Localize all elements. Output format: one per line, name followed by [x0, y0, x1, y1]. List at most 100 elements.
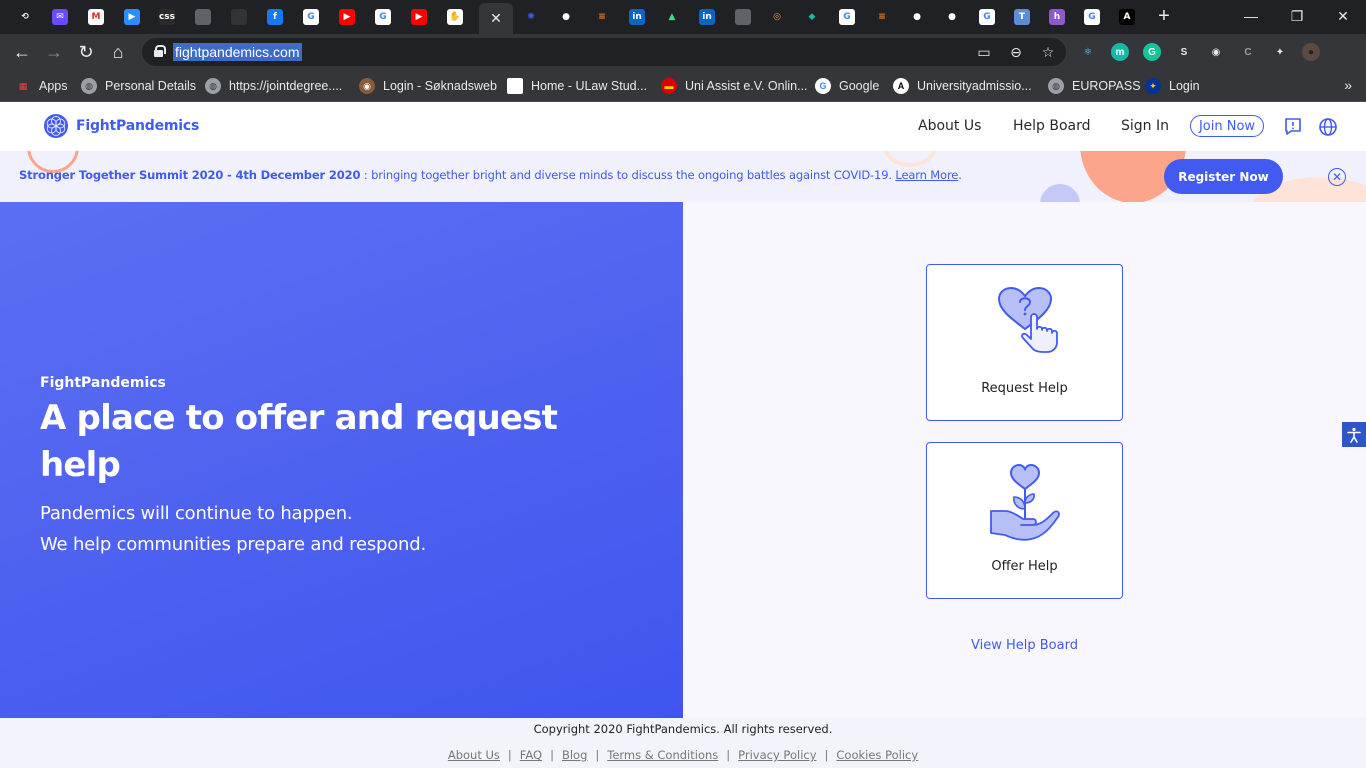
close-window-button[interactable]: ✕	[1320, 0, 1366, 32]
close-icon[interactable]: ✕	[490, 10, 502, 27]
s-extension-icon[interactable]: S	[1175, 43, 1193, 61]
bookmark-item[interactable]: A Universityadmissio...	[893, 76, 1032, 96]
browser-tab[interactable]: ✋	[438, 5, 472, 29]
footer-link[interactable]: About Us	[448, 748, 500, 762]
url-text[interactable]: fightpandemics.com	[173, 43, 302, 61]
bookmark-item[interactable]: ◍ EUROPASS	[1048, 76, 1141, 96]
new-tab-button[interactable]: +	[1152, 6, 1176, 28]
register-now-button[interactable]: Register Now	[1164, 159, 1283, 194]
bookmark-item[interactable]: ◉ Login - Søknadsweb	[359, 76, 497, 96]
circle-extension-icon[interactable]: ◉	[1207, 43, 1225, 61]
browser-tab[interactable]: G	[366, 5, 400, 29]
browser-tab[interactable]: ⟲	[8, 5, 42, 29]
bookmark-item[interactable]: ◍ Personal Details	[81, 76, 196, 96]
browser-tab[interactable]: ✉	[43, 5, 77, 29]
browser-tab[interactable]: ✺	[514, 5, 548, 29]
browser-tab[interactable]: ✕	[479, 3, 513, 34]
bookmark-item[interactable]: ▦ Apps	[15, 76, 68, 96]
browser-tab[interactable]: G	[294, 5, 328, 29]
globe-icon	[195, 9, 211, 25]
nav-sign-in[interactable]: Sign In	[1121, 118, 1169, 134]
site-logo[interactable]: FightPandemics	[43, 113, 199, 139]
back-button[interactable]: ←	[8, 39, 36, 65]
bookmark-item[interactable]: ▬ Uni Assist e.V. Onlin...	[661, 76, 808, 96]
bookmark-label: Login	[1169, 79, 1200, 93]
copyright-text: Copyright 2020 FightPandemics. All right…	[533, 722, 833, 736]
learn-more-link[interactable]: Learn More	[895, 168, 958, 182]
bookmark-item[interactable]: Home - ULaw Stud...	[507, 76, 647, 96]
bookmark-star-icon[interactable]: ☆	[1038, 42, 1058, 62]
home-button[interactable]: ⌂	[104, 39, 132, 65]
bookmark-item[interactable]: ◍ https://jointdegree....	[205, 76, 342, 96]
address-bar[interactable]: fightpandemics.com ▭ ⊖ ☆	[142, 38, 1066, 66]
profile-avatar-icon[interactable]: ●	[1302, 43, 1320, 61]
browser-tab[interactable]: in	[620, 5, 654, 29]
react-devtools-icon[interactable]: ⚛	[1079, 43, 1097, 61]
c-extension-icon[interactable]: C	[1239, 43, 1257, 61]
bookmark-label: https://jointdegree....	[229, 79, 343, 93]
request-help-card[interactable]: Request Help	[926, 264, 1123, 421]
footer-link[interactable]: Terms & Conditions	[607, 748, 718, 762]
browser-tab[interactable]: ◆	[795, 5, 829, 29]
footer-link[interactable]: Privacy Policy	[738, 748, 816, 762]
browser-tab[interactable]: ◎	[760, 5, 794, 29]
soknadsweb-icon: ◉	[359, 78, 375, 94]
browser-tab[interactable]	[186, 5, 220, 29]
globe-icon: ◍	[205, 78, 221, 94]
footer-link[interactable]: Cookies Policy	[836, 748, 918, 762]
browser-tab[interactable]: ▶	[330, 5, 364, 29]
join-now-button[interactable]: Join Now	[1190, 115, 1264, 137]
browser-tab[interactable]: ≡	[865, 5, 899, 29]
browser-tab[interactable]: ≡	[585, 5, 619, 29]
minimize-button[interactable]: —	[1228, 0, 1274, 32]
bookmark-item[interactable]: G Google	[815, 76, 879, 96]
footer-separator: |	[824, 748, 829, 762]
footer-link[interactable]: Blog	[562, 748, 587, 762]
translate-icon: T	[1014, 9, 1030, 25]
nav-help-board[interactable]: Help Board	[1013, 118, 1091, 134]
browser-tab[interactable]: M	[79, 5, 113, 29]
browser-tab[interactable]: ●	[900, 5, 934, 29]
browser-tab[interactable]: css	[150, 5, 184, 29]
m-extension-icon[interactable]: m	[1111, 43, 1129, 61]
stackoverflow-icon: ≡	[878, 12, 886, 22]
restore-button[interactable]: ❐	[1274, 0, 1320, 32]
hero-tagline-1: Pandemics will continue to happen.	[40, 503, 353, 524]
browser-tab[interactable]: ▶	[115, 5, 149, 29]
browser-tab[interactable]: ●	[549, 5, 583, 29]
browser-tab[interactable]: G	[970, 5, 1004, 29]
browser-tab[interactable]	[222, 5, 256, 29]
browser-tab[interactable]: T	[1005, 5, 1039, 29]
browser-tab[interactable]: A	[1110, 5, 1144, 29]
grammarly-icon[interactable]: G	[1143, 43, 1161, 61]
bookmark-item[interactable]: ✦ Login	[1145, 76, 1200, 96]
footer-link[interactable]: FAQ	[520, 748, 542, 762]
browser-tab[interactable]: h	[1040, 5, 1074, 29]
browser-tab[interactable]: f	[258, 5, 292, 29]
browser-tab[interactable]: ▶	[402, 5, 436, 29]
apps-grid-icon: ▦	[18, 80, 28, 91]
view-help-board-link[interactable]: View Help Board	[926, 638, 1123, 653]
puzzle-icon[interactable]: ✦	[1271, 43, 1289, 61]
hero-kicker: FightPandemics	[40, 375, 166, 391]
more-bookmarks-icon[interactable]: »	[1344, 77, 1352, 93]
accessibility-icon[interactable]	[1342, 422, 1366, 447]
cast-icon[interactable]: ▭	[974, 42, 994, 62]
nav-about-us[interactable]: About Us	[918, 118, 981, 134]
language-globe-icon[interactable]	[1318, 117, 1338, 137]
close-banner-icon[interactable]: ✕	[1328, 168, 1346, 186]
zoom-icon[interactable]: ⊖	[1006, 42, 1026, 62]
browser-tab[interactable]: ▲	[655, 5, 689, 29]
browser-tab[interactable]: G	[830, 5, 864, 29]
css-icon: css	[159, 9, 175, 25]
request-help-label: Request Help	[981, 381, 1068, 396]
forward-button[interactable]: →	[40, 39, 68, 65]
browser-tab[interactable]	[726, 5, 760, 29]
offer-help-card[interactable]: Offer Help	[926, 442, 1123, 599]
feedback-icon[interactable]	[1283, 117, 1303, 137]
reload-button[interactable]: ↻	[72, 39, 100, 65]
browser-tab[interactable]: ●	[935, 5, 969, 29]
browser-tab[interactable]: G	[1075, 5, 1109, 29]
browser-tab[interactable]: in	[690, 5, 724, 29]
google-icon: G	[839, 9, 855, 25]
